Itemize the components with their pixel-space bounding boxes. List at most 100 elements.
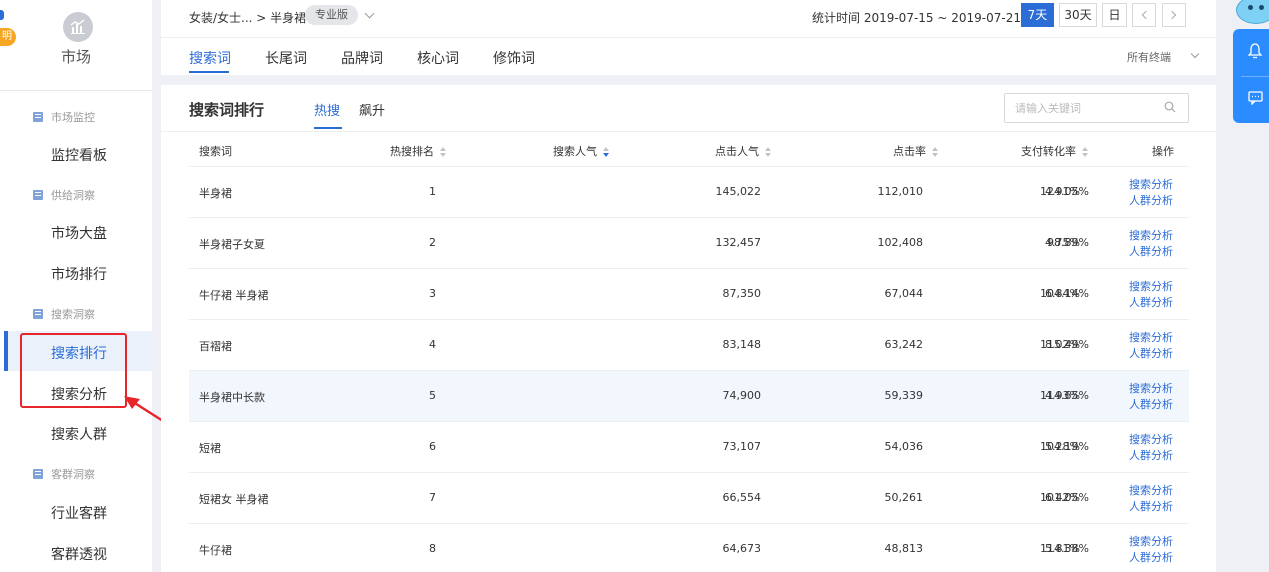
sidebar-edge-marker (0, 10, 4, 20)
search-analysis-link[interactable]: 搜索分析 (1129, 177, 1173, 193)
cell-click-popularity: 112,010 (877, 185, 924, 198)
cell-term: 短裙女 半身裙 (199, 493, 269, 506)
column-header-click-popularity[interactable]: 点击人气 (715, 143, 772, 159)
cell-term: 半身裙 (199, 187, 232, 200)
cell-search-popularity: 145,022 (715, 185, 762, 198)
chevron-down-icon[interactable] (1190, 49, 1200, 59)
column-header-label: 热搜排名 (390, 145, 434, 158)
stat-time: 统计时间 2019-07-15 ~ 2019-07-21 (812, 11, 1021, 25)
card-divider (161, 131, 1216, 132)
floating-toolbar (1233, 29, 1269, 123)
market-label[interactable]: 市场 (0, 46, 152, 67)
crowd-analysis-link[interactable]: 人群分析 (1129, 550, 1173, 566)
cell-term: 牛仔裙 (199, 544, 232, 557)
chevron-down-icon[interactable] (364, 8, 375, 19)
search-analysis-link[interactable]: 搜索分析 (1129, 381, 1173, 397)
terminal-select[interactable]: 所有终端 (1127, 49, 1171, 65)
tab-core[interactable]: 核心词 (417, 48, 459, 68)
table-row[interactable]: 半身裙子女夏 2 132,457 102,408 98.89% 4.75% 搜索分析 人群分析 (189, 218, 1189, 269)
tab-modifier[interactable]: 修饰词 (493, 48, 535, 68)
message-icon[interactable] (1248, 91, 1263, 105)
crowd-analysis-link[interactable]: 人群分析 (1129, 346, 1173, 362)
search-analysis-link[interactable]: 搜索分析 (1129, 432, 1173, 448)
table-row[interactable]: 牛仔裙 半身裙 3 87,350 67,044 104.14% 6.84% 搜索分析 人群分析 (189, 269, 1189, 320)
sidebar-item-market-ranking[interactable]: 市场排行 (51, 264, 107, 284)
search-analysis-link[interactable]: 搜索分析 (1129, 483, 1173, 499)
cell-search-popularity: 66,554 (722, 491, 762, 504)
floating-divider (1241, 76, 1269, 77)
column-header-term: 搜索词 (199, 145, 232, 158)
prev-period-button[interactable] (1132, 3, 1156, 27)
tab-active-underline (189, 71, 229, 73)
row-actions: 搜索分析 人群分析 (1129, 330, 1173, 362)
column-header-cvr[interactable]: 支付转化率 (1021, 143, 1089, 159)
bell-icon[interactable] (1248, 43, 1262, 59)
column-header-rank[interactable]: 热搜排名 (390, 143, 447, 159)
sort-icon[interactable] (765, 147, 772, 157)
notice-badge[interactable]: 明 (0, 28, 16, 46)
column-header-label: 支付转化率 (1021, 145, 1076, 158)
chevron-left-icon (1141, 10, 1151, 20)
sidebar-item-customer-insight[interactable]: 客群透视 (51, 544, 107, 564)
mascot-avatar[interactable] (1236, 0, 1269, 24)
sort-icon[interactable] (1082, 147, 1089, 157)
cell-cvr: 4.93% (1045, 389, 1080, 402)
sidebar-item-market-overview[interactable]: 市场大盘 (51, 223, 107, 243)
row-actions: 搜索分析 人群分析 (1129, 228, 1173, 260)
cell-cvr: 6.42% (1045, 491, 1080, 504)
tab-brand[interactable]: 品牌词 (341, 48, 383, 68)
next-period-button[interactable] (1162, 3, 1186, 27)
table-row[interactable]: 半身裙 1 145,022 112,010 124.05% 4.91% 搜索分析 人群分析 (189, 167, 1189, 218)
sort-icon[interactable] (440, 147, 447, 157)
cell-click-popularity: 48,813 (884, 542, 924, 555)
table-row[interactable]: 百褶裙 4 83,148 63,242 115.49% 8.02% 搜索分析 人群分析 (189, 320, 1189, 371)
column-header-search-popularity[interactable]: 搜索人气 (553, 143, 610, 159)
cell-click-popularity: 54,036 (884, 440, 924, 453)
sort-desc-icon[interactable] (603, 147, 610, 157)
search-analysis-link[interactable]: 搜索分析 (1129, 534, 1173, 550)
cell-term: 牛仔裙 半身裙 (199, 289, 269, 302)
cell-rank: 1 (429, 185, 436, 198)
cell-term: 半身裙子女夏 (199, 238, 265, 251)
table-row[interactable]: 牛仔裙 8 64,673 48,813 114.38% 5.81% 搜索分析 人群分析 (189, 524, 1189, 572)
subtab-rising[interactable]: 飙升 (359, 100, 385, 119)
search-icon[interactable] (1164, 101, 1176, 113)
sort-icon[interactable] (932, 147, 939, 157)
cell-rank: 3 (429, 287, 436, 300)
column-header-ctr[interactable]: 点击率 (893, 143, 939, 159)
table-row[interactable]: 短裙 6 73,107 54,036 104.19% 5.28% 搜索分析 人群分析 (189, 422, 1189, 473)
cell-rank: 4 (429, 338, 436, 351)
breadcrumb[interactable]: 女装/女士... > 半身裙 (189, 9, 306, 26)
table-row[interactable]: 短裙女 半身裙 7 66,554 50,261 101.05% 6.42% 搜索分析 人群分析 (189, 473, 1189, 524)
crowd-analysis-link[interactable]: 人群分析 (1129, 193, 1173, 209)
subtab-hot[interactable]: 热搜 (314, 100, 340, 119)
sidebar-item-industry-customers[interactable]: 行业客群 (51, 503, 107, 523)
table-row[interactable]: 半身裙中长款 5 74,900 59,339 114.65% 4.93% 搜索分析 人群分析 (189, 371, 1189, 422)
search-analysis-link[interactable]: 搜索分析 (1129, 330, 1173, 346)
sidebar-item-search-crowd[interactable]: 搜索人群 (51, 424, 107, 444)
document-icon (33, 469, 43, 479)
tab-search-terms[interactable]: 搜索词 (189, 48, 231, 68)
sidebar-group-market-monitor: 市场监控 (33, 109, 95, 125)
tab-long-tail[interactable]: 长尾词 (265, 48, 307, 68)
crowd-analysis-link[interactable]: 人群分析 (1129, 244, 1173, 260)
search-ranking-card: 搜索词排行 热搜 飙升 搜索词 热搜排名 搜索人气 点击人气 点击率 支付转化率… (161, 85, 1216, 572)
cell-search-popularity: 73,107 (722, 440, 762, 453)
range-30d-button[interactable]: 30天 (1059, 3, 1097, 27)
search-analysis-link[interactable]: 搜索分析 (1129, 228, 1173, 244)
range-day-button[interactable]: 日 (1102, 3, 1127, 27)
sidebar-item-monitor-board[interactable]: 监控看板 (51, 145, 107, 165)
crowd-analysis-link[interactable]: 人群分析 (1129, 295, 1173, 311)
crowd-analysis-link[interactable]: 人群分析 (1129, 448, 1173, 464)
cell-cvr: 4.91% (1045, 185, 1080, 198)
chevron-right-icon (1167, 10, 1177, 20)
sidebar-group-label: 市场监控 (51, 111, 95, 124)
row-actions: 搜索分析 人群分析 (1129, 177, 1173, 209)
keyword-search-input[interactable] (1004, 93, 1189, 123)
search-analysis-link[interactable]: 搜索分析 (1129, 279, 1173, 295)
market-icon[interactable] (63, 12, 93, 42)
crowd-analysis-link[interactable]: 人群分析 (1129, 499, 1173, 515)
range-7d-button[interactable]: 7天 (1021, 3, 1054, 27)
cell-cvr: 8.02% (1045, 338, 1080, 351)
crowd-analysis-link[interactable]: 人群分析 (1129, 397, 1173, 413)
